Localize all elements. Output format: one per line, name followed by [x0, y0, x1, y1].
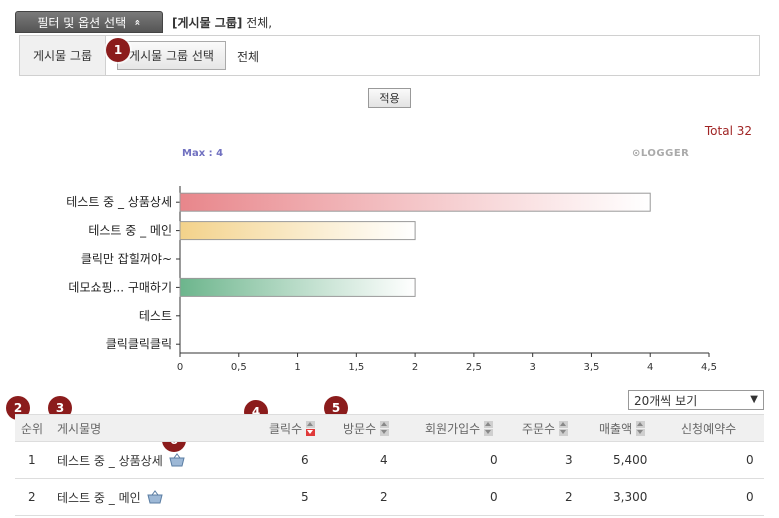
bar[interactable]	[179, 221, 416, 241]
category-label: 테스트 중 _ 메인	[88, 224, 172, 238]
page-size-value: 20개씩 보기	[634, 393, 698, 408]
filter-panel: 게시물 그룹 게시물 그룹 선택 전체	[19, 35, 760, 76]
bar[interactable]	[179, 192, 651, 212]
category-label: 클릭만 잡힐꺼야~	[81, 252, 172, 266]
sort-sales-icon[interactable]	[636, 420, 646, 436]
total-count: Total 32	[704, 124, 752, 138]
x-tick-label: 0	[177, 362, 183, 373]
dropdown-arrow-icon: ▼	[750, 394, 758, 405]
category-label: 클릭클릭클릭	[106, 337, 172, 351]
row-sales: 5,400	[613, 453, 648, 467]
basket-icon[interactable]	[147, 490, 163, 504]
callout-badge-1: 1	[106, 38, 130, 62]
sort-clicks-icon[interactable]	[306, 420, 316, 436]
sort-visits-icon[interactable]	[380, 420, 390, 436]
category-label: 테스트 중 _ 상품상세	[66, 195, 172, 209]
category-label: 테스트	[139, 309, 172, 323]
x-tick-label: 2	[412, 362, 418, 373]
x-tick-label: 1	[294, 362, 300, 373]
table-row: 1 테스트 중 _ 상품상세 6 4 0 3 5,400 0	[15, 442, 764, 479]
row-sales: 3,300	[613, 490, 648, 504]
basket-icon[interactable]	[169, 453, 185, 467]
header-name: 게시물명	[57, 421, 102, 436]
group-label: 게시물 그룹	[20, 36, 106, 75]
filter-summary-value: 전체,	[246, 16, 273, 30]
header-reservations: 신청예약수	[681, 421, 737, 436]
filter-options-toggle[interactable]: 필터 및 옵션 선택 «	[15, 11, 163, 33]
max-value: Max : 4	[182, 148, 224, 159]
header-clicks-label: 클릭수	[269, 421, 303, 436]
sort-orders-icon[interactable]	[559, 420, 569, 436]
x-tick-label: 2,5	[466, 362, 482, 373]
click-bar-chart: 테스트 중 _ 상품상세테스트 중 _ 메인클릭만 잡힐꺼야~ 데모쇼핑... 구…	[66, 186, 717, 373]
x-tick-label: 1,5	[348, 362, 364, 373]
row-visits: 2	[380, 490, 388, 504]
row-reservations: 0	[746, 453, 754, 467]
logger-brand-text: LOGGER	[640, 148, 690, 159]
header-sales-label: 매출액	[599, 421, 633, 436]
row-name-cell: 테스트 중 _ 상품상세	[57, 442, 185, 478]
group-select-button[interactable]: 게시물 그룹 선택	[117, 41, 226, 70]
x-tick-label: 4	[647, 362, 653, 373]
row-rank: 2	[28, 490, 36, 504]
table-header-row: 순위 게시물명 클릭수 방문수 회원가입수 주문수 매출액 신청예약수	[15, 414, 764, 442]
row-rank: 1	[28, 453, 36, 467]
row-orders: 2	[565, 490, 573, 504]
bar[interactable]	[179, 277, 416, 297]
category-label: 데모쇼핑... 구매하기	[68, 280, 172, 294]
x-tick-label: 0,5	[231, 362, 247, 373]
sort-signups-icon[interactable]	[484, 420, 494, 436]
header-signups[interactable]: 회원가입수	[425, 415, 494, 441]
filter-summary-key: [게시물 그룹]	[172, 16, 243, 30]
row-visits: 4	[380, 453, 388, 467]
post-stats-table: 순위 게시물명 클릭수 방문수 회원가입수 주문수 매출액 신청예약수 1 테스…	[15, 414, 764, 516]
row-clicks: 6	[301, 453, 309, 467]
row-name[interactable]: 테스트 중 _ 상품상세	[57, 452, 163, 469]
header-sales[interactable]: 매출액	[599, 415, 646, 441]
header-orders[interactable]: 주문수	[522, 415, 569, 441]
filter-toggle-label: 필터 및 옵션 선택	[37, 15, 127, 30]
filter-summary: [게시물 그룹] 전체,	[172, 14, 272, 31]
row-signups: 0	[490, 453, 498, 467]
header-visits-label: 방문수	[343, 421, 377, 436]
header-visits[interactable]: 방문수	[343, 415, 390, 441]
x-tick-label: 3	[529, 362, 535, 373]
header-clicks[interactable]: 클릭수	[269, 415, 316, 441]
x-tick-label: 3,5	[583, 362, 599, 373]
row-name[interactable]: 테스트 중 _ 메인	[57, 489, 141, 506]
row-reservations: 0	[746, 490, 754, 504]
table-row: 2 테스트 중 _ 메인 5 2 0 2 3,300 0	[15, 479, 764, 516]
row-name-cell: 테스트 중 _ 메인	[57, 479, 163, 515]
x-tick-label: 4,5	[701, 362, 717, 373]
chevron-up-icon: «	[131, 18, 143, 26]
logger-logo: ⊙LOGGER	[632, 148, 689, 159]
logo-icon: ⊙	[632, 148, 641, 159]
row-signups: 0	[490, 490, 498, 504]
header-rank: 순위	[21, 421, 44, 436]
row-clicks: 5	[301, 490, 309, 504]
row-orders: 3	[565, 453, 573, 467]
group-value: 전체	[237, 50, 260, 64]
apply-button[interactable]: 적용	[368, 88, 411, 108]
header-signups-label: 회원가입수	[425, 421, 481, 436]
page-size-select[interactable]: 20개씩 보기 ▼	[628, 390, 764, 410]
header-orders-label: 주문수	[522, 421, 556, 436]
